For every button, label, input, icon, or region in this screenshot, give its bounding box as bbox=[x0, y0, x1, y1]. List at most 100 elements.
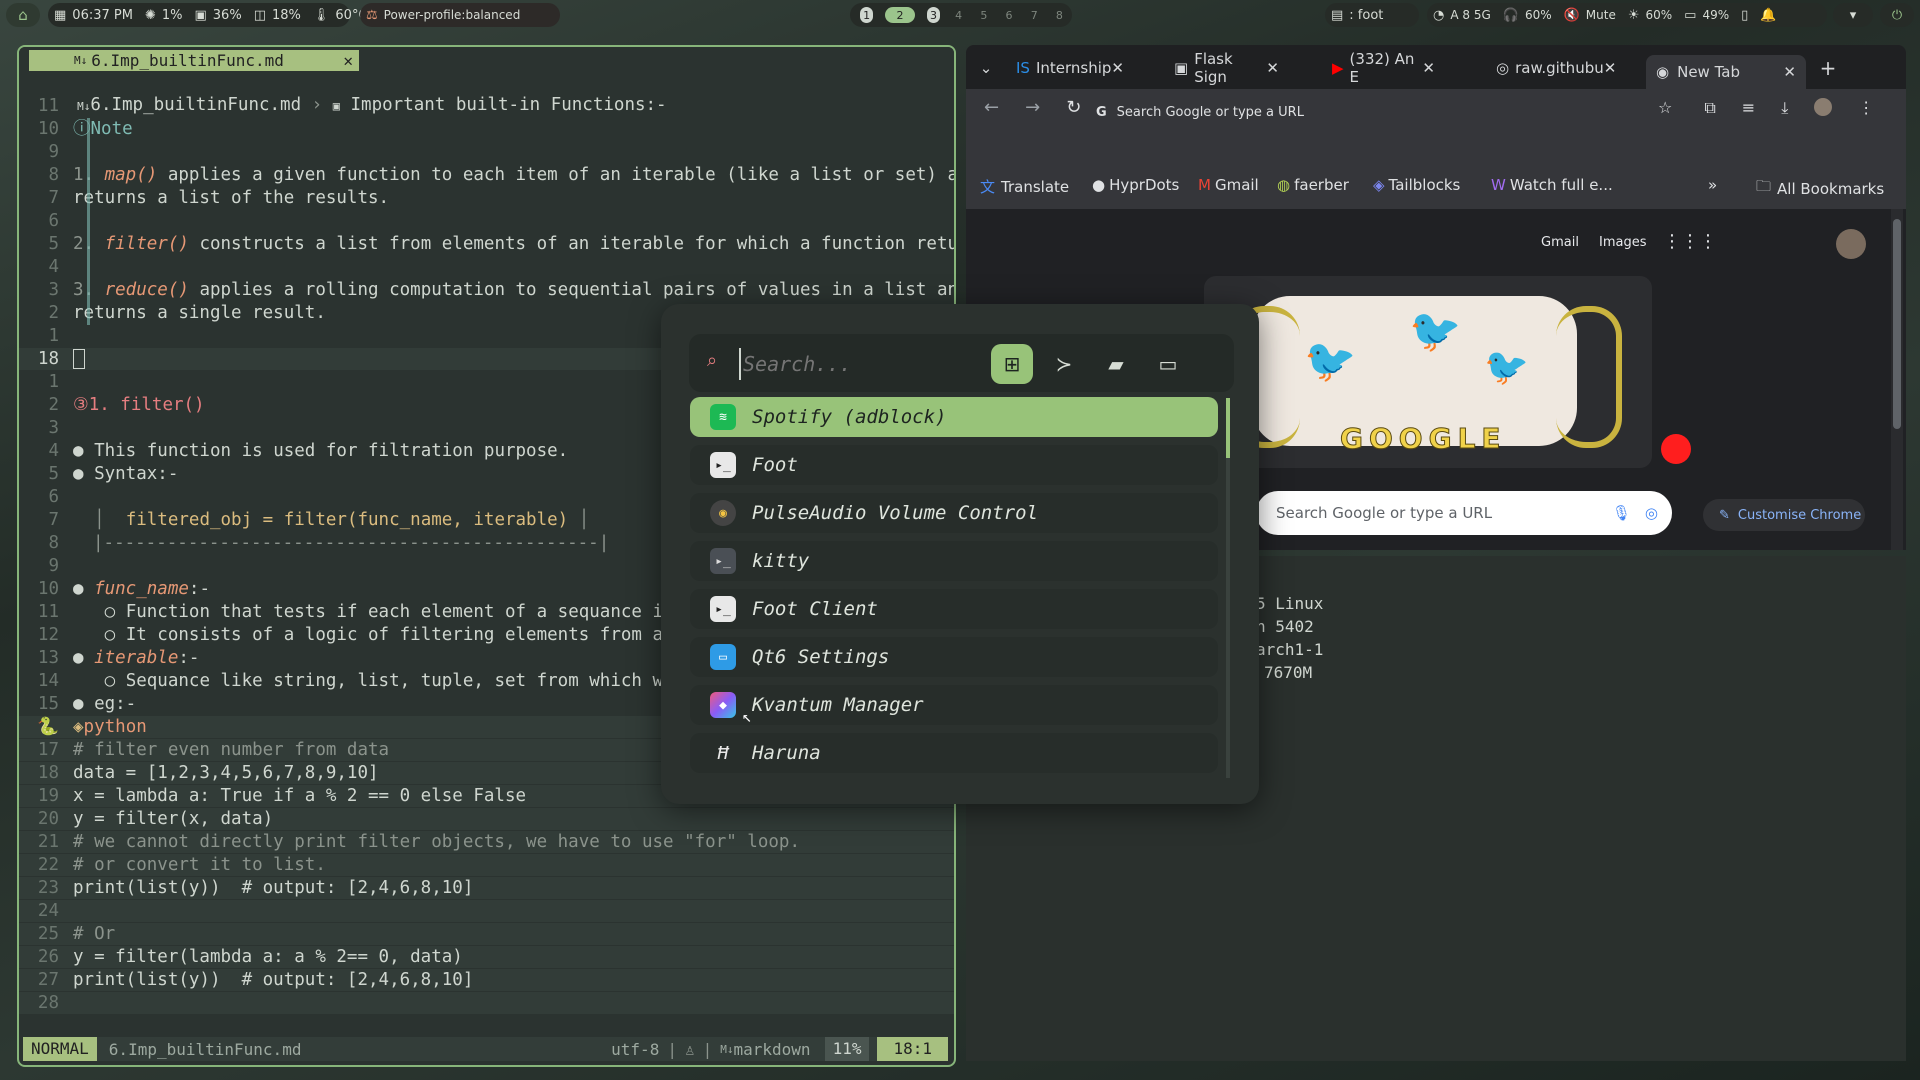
search-icon: ⌕ bbox=[707, 350, 718, 371]
kebab-menu-icon[interactable]: ⋮ bbox=[1858, 98, 1874, 118]
lens-icon[interactable]: ◎ bbox=[1645, 504, 1658, 522]
windows-mode-button[interactable]: ▭ bbox=[1147, 344, 1189, 384]
ntp-search-placeholder: Search Google or type a URL bbox=[1276, 504, 1493, 522]
close-icon[interactable]: ✕ bbox=[1422, 59, 1435, 77]
more-bookmarks[interactable]: » bbox=[1708, 176, 1717, 194]
browser-tab[interactable]: ▣ Flask Sign ✕ bbox=[1174, 50, 1279, 86]
browser-tab[interactable]: ▶ (332) An E ✕ bbox=[1332, 50, 1435, 86]
google-icon: G bbox=[1096, 104, 1107, 120]
apps-mode-button[interactable]: ⊞ bbox=[991, 344, 1033, 384]
app-item-qt6-settings[interactable]: ▭ Qt6 Settings bbox=[690, 637, 1218, 677]
app-item-kitty[interactable]: ▸_ kitty bbox=[690, 541, 1218, 581]
home-icon: ⌂ bbox=[18, 6, 28, 24]
home-button[interactable]: ⌂ bbox=[6, 3, 40, 27]
browser-tab-active[interactable]: ◉ New Tab ✕ bbox=[1646, 55, 1806, 89]
doodle-share-dot[interactable] bbox=[1661, 434, 1691, 464]
folder-icon: ▰ bbox=[1108, 352, 1124, 376]
star-icon[interactable]: ☆ bbox=[1658, 98, 1672, 118]
power-icon: ⏻ bbox=[1891, 7, 1903, 23]
scrollbar-thumb[interactable] bbox=[1893, 219, 1901, 429]
close-icon[interactable]: ✕ bbox=[1266, 59, 1279, 77]
browser-tab[interactable]: IS Internship ✕ bbox=[1016, 51, 1124, 85]
code-line: # we cannot directly print filter object… bbox=[73, 832, 800, 852]
account-avatar[interactable] bbox=[1836, 229, 1866, 259]
app-item-foot-client[interactable]: ▸_ Foot Client bbox=[690, 589, 1218, 629]
reload-icon[interactable]: ↻ bbox=[1066, 97, 1081, 118]
bookmark-label: Translate bbox=[1001, 177, 1070, 196]
active-window-title: : foot bbox=[1349, 7, 1384, 23]
chrome-icon: ◉ bbox=[1656, 63, 1670, 81]
workspaces: 1 2 3 4 5 6 7 8 bbox=[850, 3, 1072, 27]
apps-grid-icon[interactable]: ⋮⋮⋮ bbox=[1663, 231, 1717, 252]
new-tab-button[interactable]: + bbox=[1818, 51, 1838, 85]
app-item-spotify[interactable]: ≋ Spotify (adblock) bbox=[690, 397, 1218, 437]
run-mode-button[interactable]: ≻ bbox=[1043, 344, 1085, 384]
customise-chrome-button[interactable]: ✎ Customise Chrome bbox=[1703, 499, 1865, 531]
syntax-rule: |---------------------------------------… bbox=[93, 533, 610, 553]
launcher-scrollbar-thumb[interactable] bbox=[1226, 398, 1230, 458]
mic-mute-icon[interactable]: 🔇 bbox=[1564, 8, 1580, 23]
download-icon[interactable]: ⤓ bbox=[1781, 98, 1788, 118]
headphones-icon[interactable]: 🎧 bbox=[1503, 8, 1519, 23]
workspace-3[interactable]: 3 bbox=[926, 7, 941, 23]
power-button[interactable]: ⏻ bbox=[1880, 3, 1914, 27]
gmail-link[interactable]: Gmail bbox=[1541, 235, 1579, 250]
page-icon: ▣ bbox=[1174, 59, 1189, 77]
workspace-4[interactable]: 4 bbox=[952, 7, 965, 23]
bookmark-faerber[interactable]: ◍ faerber bbox=[1277, 176, 1349, 194]
media-icon[interactable]: ≡ bbox=[1742, 98, 1755, 118]
workspace-2[interactable]: 2 bbox=[885, 7, 915, 23]
bookmark-hyprdots[interactable]: ● HyprDots bbox=[1092, 176, 1179, 194]
bookmark-tailblocks[interactable]: ◈ Tailblocks bbox=[1373, 176, 1460, 194]
app-item-foot[interactable]: ▸_ Foot bbox=[690, 445, 1218, 485]
tab-label: Internship bbox=[1035, 59, 1112, 77]
app-item-kvantum[interactable]: ◆ Kvantum Manager ↖ bbox=[690, 685, 1218, 726]
workspace-8[interactable]: 8 bbox=[1053, 7, 1066, 23]
buffer-tab-label: 6.Imp_builtinFunc.md bbox=[91, 51, 284, 70]
google-doodle[interactable]: 🐦 🐦 🐦 GOOGLE bbox=[1204, 276, 1652, 468]
app-item-pavucontrol[interactable]: ◉ PulseAudio Volume Control bbox=[690, 493, 1218, 533]
folder-icon: 🗀 bbox=[1756, 177, 1772, 195]
address-bar[interactable]: G Search Google or type a URL bbox=[1096, 97, 1686, 127]
files-mode-button[interactable]: ▰ bbox=[1095, 344, 1137, 384]
back-icon[interactable]: ← bbox=[984, 97, 999, 118]
close-icon[interactable]: ✕ bbox=[1111, 59, 1124, 77]
bookmark-translate[interactable]: 文 Translate bbox=[980, 176, 1069, 197]
customise-label: Customise Chrome bbox=[1737, 507, 1862, 523]
bookmark-label: faerber bbox=[1294, 176, 1349, 194]
buffer-tab[interactable]: M↓ 6.Imp_builtinFunc.md ✕ bbox=[29, 50, 359, 71]
brightness-icon[interactable]: ☀ bbox=[1628, 8, 1640, 23]
power-profile[interactable]: ⚖ Power-profile:balanced bbox=[360, 3, 560, 27]
internshala-icon: IS bbox=[1016, 59, 1030, 77]
close-icon[interactable]: ✕ bbox=[343, 51, 353, 70]
ntp-search-box[interactable]: Search Google or type a URL 🎙 ◎ bbox=[1256, 491, 1672, 535]
wifi-icon[interactable]: ◔ bbox=[1433, 8, 1444, 23]
mic-icon[interactable]: 🎙 bbox=[1612, 504, 1631, 522]
launcher-scrollbar[interactable] bbox=[1226, 398, 1230, 778]
extensions-icon[interactable]: ⧉ bbox=[1704, 98, 1715, 118]
profile-avatar[interactable] bbox=[1814, 98, 1833, 116]
workspace-1[interactable]: 1 bbox=[860, 7, 874, 23]
status-percent: 11% bbox=[824, 1037, 870, 1061]
bookmark-watch[interactable]: W Watch full e... bbox=[1491, 176, 1613, 194]
browser-tab[interactable]: ◎ raw.githubu ✕ bbox=[1496, 51, 1616, 85]
status-filetype: markdown bbox=[733, 1039, 811, 1059]
close-icon[interactable]: ✕ bbox=[1604, 59, 1617, 77]
launcher-search-input[interactable] bbox=[739, 348, 975, 380]
notification-icon[interactable]: 🔔 bbox=[1760, 8, 1776, 23]
workspace-7[interactable]: 7 bbox=[1028, 7, 1041, 23]
all-bookmarks[interactable]: 🗀 All Bookmarks bbox=[1756, 176, 1884, 201]
tab-search-button[interactable]: ⌄ bbox=[974, 51, 998, 85]
images-link[interactable]: Images bbox=[1599, 235, 1647, 250]
app-label: Kvantum Manager bbox=[752, 694, 924, 716]
tab-label: raw.githubu bbox=[1515, 59, 1604, 77]
close-icon[interactable]: ✕ bbox=[1783, 63, 1796, 81]
scrollbar[interactable] bbox=[1891, 209, 1903, 550]
app-item-haruna[interactable]: Ħ Haruna bbox=[690, 733, 1218, 773]
workspace-5[interactable]: 5 bbox=[977, 7, 990, 23]
forward-icon[interactable]: → bbox=[1025, 97, 1040, 118]
bookmark-gmail[interactable]: M Gmail bbox=[1198, 176, 1259, 194]
bookmark-label: Gmail bbox=[1214, 176, 1259, 194]
menu-toggle[interactable]: ▾ bbox=[1833, 3, 1873, 27]
workspace-6[interactable]: 6 bbox=[1002, 7, 1015, 23]
